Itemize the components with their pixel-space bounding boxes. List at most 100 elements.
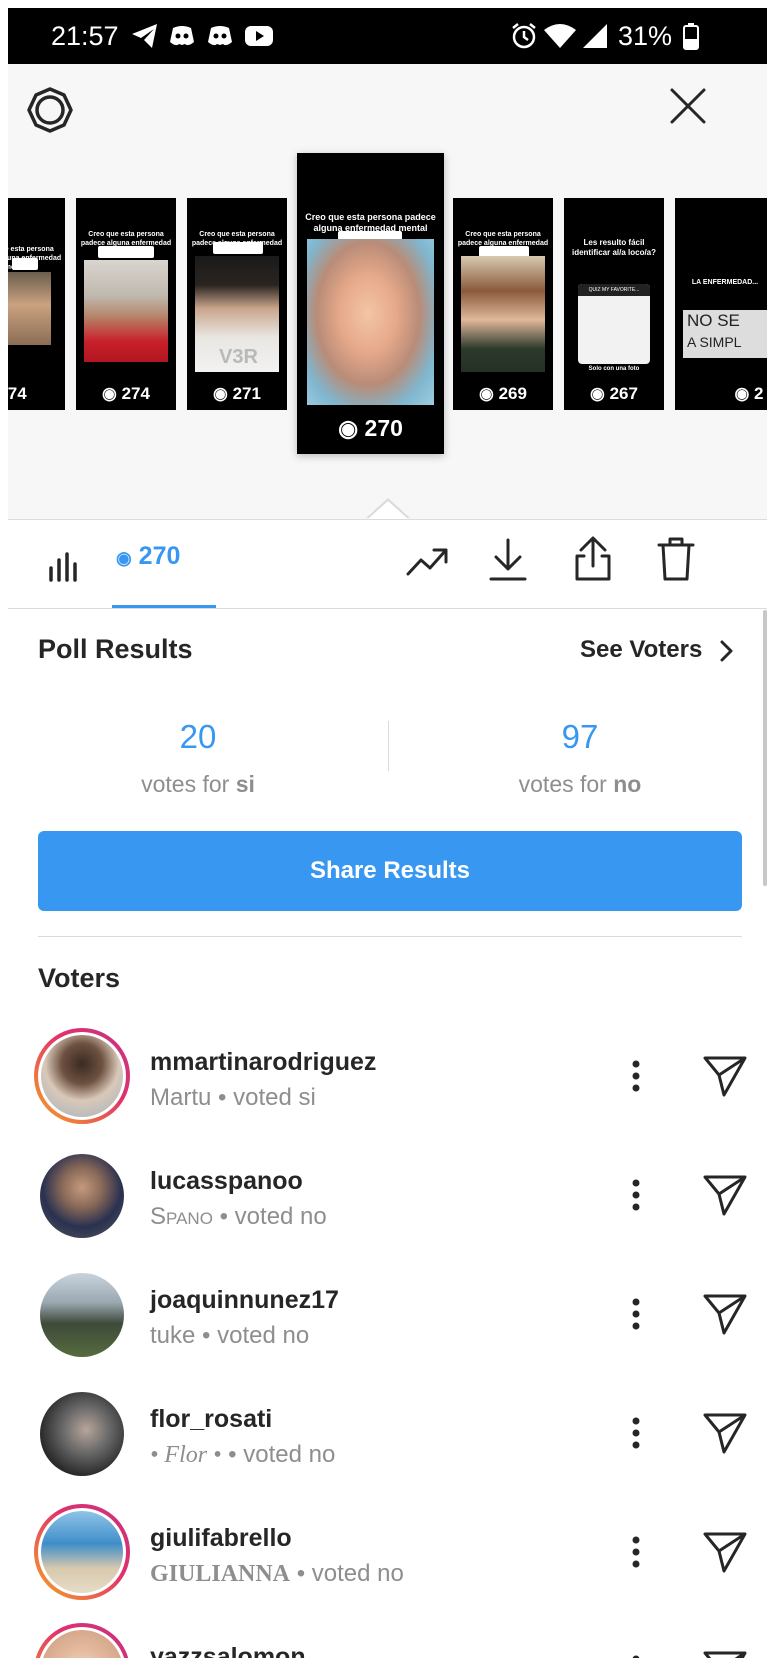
vote-divider — [388, 721, 389, 771]
poll-sticker — [12, 258, 38, 270]
wifi-icon — [544, 24, 576, 48]
quiz-sticker: QUIZ MY FAVORITE... — [578, 284, 650, 364]
story-view-count: ◉ 2 — [734, 384, 764, 403]
avatar[interactable] — [40, 1392, 124, 1476]
story-view-number: 274 — [121, 384, 150, 403]
see-voters-link[interactable]: See Voters — [580, 636, 702, 664]
more-options-icon[interactable] — [632, 1179, 640, 1211]
story-view-number: 267 — [609, 384, 638, 403]
voter-display-name: Martu — [150, 1084, 212, 1111]
status-time: 21:57 — [51, 21, 119, 51]
send-message-icon[interactable] — [702, 1173, 748, 1217]
poll-sticker — [213, 242, 263, 254]
voter-vote: • voted no — [296, 1560, 404, 1587]
story-photo — [84, 260, 168, 362]
scrollbar[interactable] — [763, 610, 767, 886]
insights-bar-chart-icon[interactable] — [48, 548, 80, 582]
voter-username[interactable]: giulifabrello — [150, 1524, 292, 1553]
voters-title: Voters — [38, 963, 121, 993]
story-photo — [8, 272, 51, 345]
voter-username[interactable]: lucasspanoo — [150, 1167, 303, 1196]
story-thumbnail[interactable]: Creo que esta persona padece alguna enfe… — [8, 198, 65, 410]
story-view-count: ◉ 267 — [590, 384, 638, 403]
story-thumbnail[interactable]: Creo que esta persona padece alguna enfe… — [187, 198, 287, 410]
close-icon[interactable] — [669, 87, 707, 125]
send-message-icon[interactable] — [702, 1054, 748, 1098]
viewers-count: 270 — [138, 542, 181, 570]
voter-row[interactable]: giulifabrello GIULIANNA • voted no — [8, 1496, 767, 1608]
avatar[interactable] — [41, 1035, 123, 1117]
voter-username[interactable]: mmartinarodriguez — [150, 1048, 376, 1077]
share-icon[interactable] — [572, 536, 614, 582]
send-message-icon[interactable] — [702, 1411, 748, 1455]
battery-percent: 31% — [618, 21, 673, 51]
voter-row[interactable]: joaquinnunez17 tuke • voted no — [8, 1258, 767, 1370]
story-view-number: 2 — [754, 384, 764, 403]
avatar[interactable] — [41, 1511, 123, 1593]
story-footer: Solo con una foto — [588, 366, 640, 372]
voter-subtitle: Martu • voted si — [150, 1084, 316, 1112]
story-thumbnail[interactable]: Creo que esta persona padece alguna enfe… — [453, 198, 553, 410]
story-view-count: ◉ 271 — [213, 384, 261, 403]
story-caption: Les resulto fácil identificar al/a loco/… — [571, 238, 657, 257]
story-tray: Creo que esta persona padece alguna enfe… — [8, 64, 767, 519]
vote-label-si: votes for si — [48, 771, 348, 798]
story-view-count: ◉ 269 — [479, 384, 527, 403]
vote-label-no: votes for no — [430, 771, 730, 798]
signal-icon — [583, 24, 607, 48]
story-view-number: 269 — [498, 384, 527, 403]
share-results-button[interactable]: Share Results — [38, 831, 742, 911]
more-options-icon[interactable] — [632, 1417, 640, 1449]
voter-row[interactable]: yazzsalomon — [8, 1615, 767, 1658]
story-thumbnail[interactable]: Creo que esta persona padece alguna enfe… — [76, 198, 176, 410]
download-icon[interactable] — [488, 538, 528, 582]
more-options-icon[interactable] — [632, 1536, 640, 1568]
voter-row[interactable]: mmartinarodriguez Martu • voted si — [8, 1020, 767, 1132]
vote-count-no: 97 — [561, 718, 599, 755]
voter-vote: • voted no — [228, 1441, 336, 1468]
voter-row[interactable]: lucasspanoo Spano • voted no — [8, 1139, 767, 1251]
send-message-icon[interactable] — [702, 1649, 748, 1658]
eye-icon: ◉ — [116, 548, 132, 568]
voter-display-name: Spano — [150, 1203, 213, 1230]
vote-count-si: 20 — [179, 718, 217, 755]
story-view-count: ◉ 274 — [102, 384, 150, 403]
vote-label-prefix: votes for — [141, 771, 230, 797]
voter-row[interactable]: flor_rosati • Flor • • voted no — [8, 1377, 767, 1489]
status-bar: 21:57 31% — [8, 8, 767, 64]
delete-trash-icon[interactable] — [656, 536, 696, 582]
promote-trend-icon[interactable] — [406, 544, 450, 580]
discord-icon — [170, 26, 194, 46]
story-thumbnail[interactable]: LA ENFERMEDAD... NO SE A SIMPL ◉ 2 — [675, 198, 767, 410]
more-options-icon[interactable] — [632, 1298, 640, 1330]
selection-pointer — [368, 501, 408, 519]
story-photo — [307, 239, 434, 405]
send-message-icon[interactable] — [702, 1530, 748, 1574]
viewers-tab[interactable]: ◉ 270 — [116, 542, 180, 571]
shirt-text: V3R — [219, 346, 258, 368]
voter-username[interactable]: yazzsalomon — [150, 1643, 306, 1658]
voter-vote: • voted no — [202, 1322, 310, 1349]
alarm-icon — [512, 23, 536, 49]
story-thumbnail[interactable]: Les resulto fácil identificar al/a loco/… — [564, 198, 664, 410]
chevron-right-icon[interactable] — [720, 640, 734, 662]
avatar[interactable] — [40, 1154, 124, 1238]
send-message-icon[interactable] — [702, 1292, 748, 1336]
active-tab-indicator — [112, 605, 216, 608]
story-banner: NO SE A SIMPL — [683, 310, 767, 358]
poll-results-title: Poll Results — [38, 634, 193, 664]
vote-option: no — [613, 771, 642, 797]
vote-option: si — [235, 771, 255, 797]
screen: 21:57 31% Creo que esta persona padece a… — [8, 8, 767, 1658]
voter-username[interactable]: flor_rosati — [150, 1405, 272, 1434]
gear-icon[interactable] — [26, 86, 74, 134]
voter-subtitle: • Flor • • voted no — [150, 1441, 335, 1469]
voter-vote: • voted si — [218, 1084, 316, 1111]
more-options-icon[interactable] — [632, 1060, 640, 1092]
story-thumbnail-selected[interactable]: Creo que esta persona padece alguna enfe… — [297, 153, 444, 454]
story-view-count: 274 — [8, 384, 27, 403]
voter-display-name: tuke — [150, 1322, 196, 1349]
voter-username[interactable]: joaquinnunez17 — [150, 1286, 339, 1315]
voter-display-name: GIULIANNA — [150, 1561, 291, 1587]
avatar[interactable] — [40, 1273, 124, 1357]
